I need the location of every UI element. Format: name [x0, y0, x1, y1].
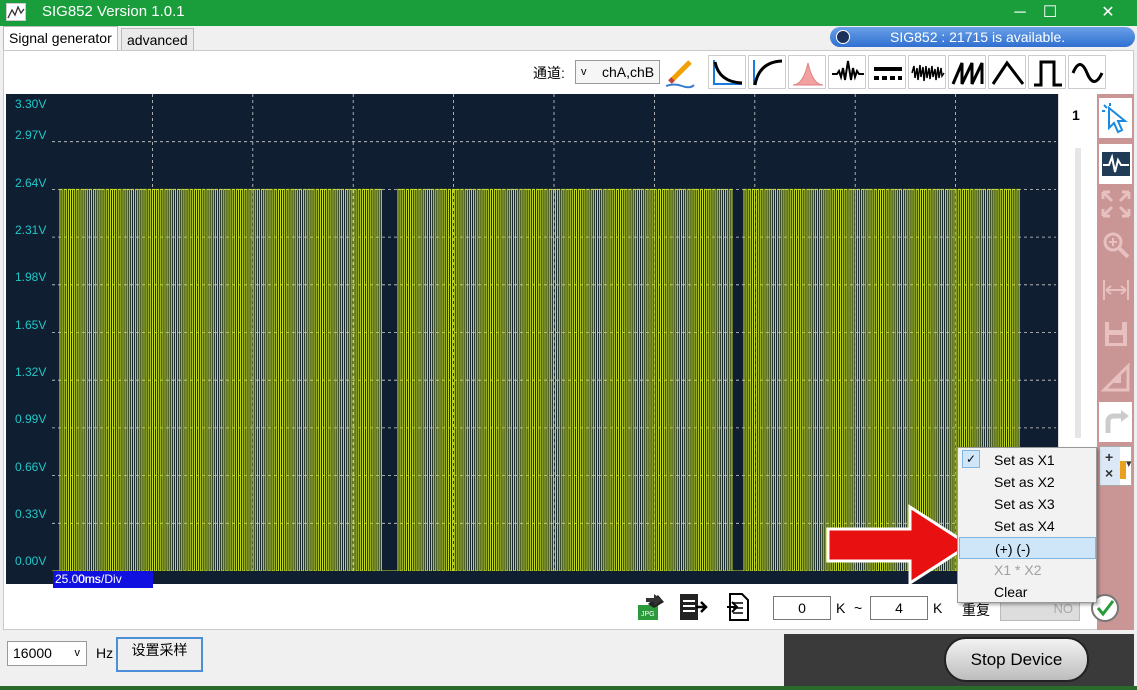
unit-k-label: K [836, 600, 846, 616]
maximize-button[interactable]: ☐ [1021, 0, 1079, 26]
y-tick-label: 1.98V [15, 270, 47, 284]
menu-item-set-x4[interactable]: Set as X4 [959, 515, 1096, 537]
chevron-down-icon: v [581, 66, 587, 78]
chevron-down-icon: ▾ [1126, 458, 1132, 470]
channel-value: chA,chB [602, 64, 655, 80]
menu-item-label: Set as X1 [994, 452, 1055, 468]
close-button[interactable]: ✕ [1079, 0, 1137, 26]
sample-rate-value: 16000 [13, 645, 52, 661]
tab-signal-generator[interactable]: Signal generator [3, 26, 118, 50]
waveform-view-icon[interactable] [1099, 144, 1132, 184]
annotation-arrow [826, 504, 971, 586]
menu-item-label: Clear [994, 584, 1028, 600]
time-per-div-label: 25.00ms/Div [53, 571, 153, 588]
page-number: 1 [1072, 107, 1080, 123]
menu-item-set-x2[interactable]: Set as X2 [959, 471, 1096, 493]
dc-icon[interactable] [868, 55, 906, 89]
redo-icon[interactable] [1099, 402, 1132, 442]
menu-item-set-x1[interactable]: ✓ Set as X1 [959, 449, 1096, 471]
square-icon[interactable] [1028, 55, 1066, 89]
noise-icon[interactable] [908, 55, 946, 89]
cursor-add-button[interactable]: + × ▾ [1099, 446, 1132, 486]
menu-item-clear[interactable]: Clear [959, 581, 1096, 603]
triangle-icon[interactable] [988, 55, 1026, 89]
hz-label: Hz [96, 645, 114, 661]
horizontal-measure-icon[interactable] [1099, 270, 1132, 310]
y-tick-label: 0.00V [15, 554, 47, 568]
set-sample-rate-button[interactable]: 设置采样 [116, 637, 203, 672]
sinc-icon[interactable] [828, 55, 866, 89]
y-tick-label: 0.99V [15, 412, 47, 426]
exp-rise-icon[interactable] [748, 55, 786, 89]
chevron-down-icon: v [74, 647, 81, 659]
y-tick-label: 2.31V [15, 223, 47, 237]
menu-item-label: Set as X3 [994, 496, 1055, 512]
ruler-icon[interactable] [1099, 358, 1132, 398]
menu-item-x1-times-x2[interactable]: X1 * X2 [959, 559, 1096, 581]
channel-select[interactable]: v chA,chB [575, 60, 660, 84]
y-tick-label: 1.32V [15, 365, 47, 379]
gaussian-icon[interactable] [788, 55, 826, 89]
menu-item-label: X1 * X2 [994, 562, 1042, 578]
y-tick-label: 2.97V [15, 128, 47, 142]
menu-item-label: Set as X2 [994, 474, 1055, 490]
vertical-scrollbar[interactable] [1075, 148, 1081, 438]
exp-decay-icon[interactable] [708, 55, 746, 89]
repeat-label: 重复 [962, 602, 990, 618]
plus-icon: + [1105, 449, 1114, 465]
menu-item-set-x3[interactable]: Set as X3 [959, 493, 1096, 515]
save-icon[interactable] [1099, 314, 1132, 354]
tab-advanced[interactable]: advanced [121, 28, 194, 50]
sample-rate-select[interactable]: 16000 v [7, 641, 87, 666]
time-offset-label: 0ms [78, 572, 101, 586]
menu-item-plus-minus[interactable]: (+) (-) [959, 537, 1096, 559]
y-tick-label: 3.30V [15, 97, 47, 111]
device-status-text: SIG852 : 21715 is available. [890, 29, 1066, 45]
app-icon [6, 3, 26, 21]
menu-item-label: Set as X4 [994, 518, 1055, 534]
export-jpg-icon[interactable]: JPG [634, 592, 668, 622]
taskbar-strip [0, 686, 1137, 690]
stop-device-button[interactable]: Stop Device [944, 637, 1089, 682]
range-separator: ~ [854, 600, 863, 616]
y-tick-label: 0.33V [15, 507, 47, 521]
channel-label: 通道: [533, 65, 565, 81]
import-data-icon[interactable] [724, 592, 758, 622]
zoom-in-icon[interactable] [1099, 226, 1132, 266]
window-title: SIG852 Version 1.0.1 [42, 3, 185, 20]
cursor-context-menu: ✓ Set as X1 Set as X2 Set as X3 Set as X… [957, 447, 1097, 603]
device-status-badge: SIG852 : 21715 is available. [830, 27, 1135, 47]
waveform-plot[interactable] [52, 94, 1056, 571]
sawtooth-icon[interactable] [948, 55, 986, 89]
pencil-icon[interactable] [664, 57, 696, 89]
range-start-input[interactable]: 0 [773, 596, 831, 620]
y-tick-label: 0.66V [15, 460, 47, 474]
check-icon: ✓ [962, 450, 980, 468]
unit-k-label: K [933, 600, 943, 616]
menu-item-label: (+) (-) [995, 541, 1031, 557]
pointer-icon[interactable] [1099, 98, 1132, 138]
y-tick-label: 1.65V [15, 318, 47, 332]
export-data-icon[interactable] [676, 592, 710, 622]
play-icon [836, 30, 850, 44]
range-end-input[interactable]: 4 [870, 596, 928, 620]
jpg-text: JPG [641, 611, 655, 618]
cross-icon: × [1105, 465, 1114, 481]
sine-icon[interactable] [1068, 55, 1106, 89]
fit-screen-icon[interactable] [1099, 184, 1132, 224]
y-tick-label: 2.64V [15, 176, 47, 190]
title-bar: SIG852 Version 1.0.1 ─ ☐ ✕ [0, 0, 1137, 26]
